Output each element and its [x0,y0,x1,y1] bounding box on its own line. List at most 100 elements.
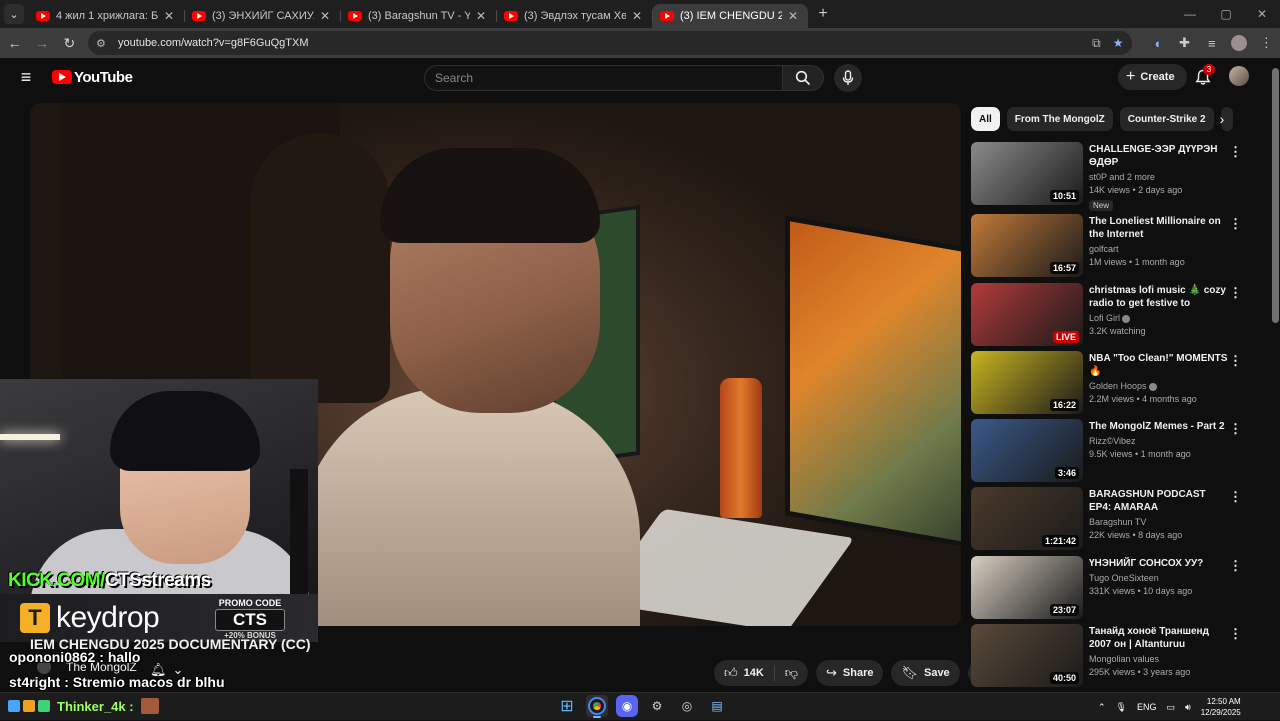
recommended-video[interactable]: 16:57 The Loneliest Millionaire on the In… [971,214,1261,278]
dislike-button[interactable]: 👎︎ [775,665,808,681]
more-vertical-icon[interactable]: ⋮ [1229,216,1242,232]
tab-close-icon[interactable]: ✕ [786,9,800,23]
video-title[interactable]: christmas lofi music 🎄 cozy radio to get… [1089,284,1229,310]
share-button[interactable]: ↪ Share [815,660,884,686]
profile-icon[interactable] [1225,31,1252,55]
video-channel[interactable]: Tugo OneSixteen [1089,573,1229,583]
video-thumbnail[interactable]: 16:57 [971,214,1083,277]
extension-icon[interactable]: ◖ [1144,31,1171,55]
create-button[interactable]: + Create [1118,64,1187,90]
video-title[interactable]: ҮНЭНИЙГ СОНСОХ УУ? [1089,557,1229,570]
voice-search-button[interactable] [834,64,862,92]
media-controls-icon[interactable]: ≡ [1198,31,1225,55]
site-info-icon[interactable]: ⚙ [96,37,110,50]
search-input[interactable] [424,65,782,91]
more-vertical-icon[interactable]: ⋮ [1229,144,1242,160]
scrollbar-thumb[interactable] [1272,68,1279,323]
video-channel[interactable]: Lofi Girl [1089,313,1229,323]
browser-tab[interactable]: (3) Baragshun TV - YouTube ✕ [340,4,496,28]
video-thumbnail[interactable]: 16:22 [971,351,1083,414]
browser-tab[interactable]: 4 жил 1 хрижлага: Би хэр их өө ✕ [28,4,184,28]
more-vertical-icon[interactable]: ⋮ [1229,489,1242,505]
notepad-taskbar-icon[interactable]: ▤ [706,695,728,717]
live-badge: LIVE [1052,331,1079,343]
save-button[interactable]: 🔖︎ Save [891,660,960,686]
search-button[interactable] [782,65,824,91]
more-vertical-icon[interactable]: ⋮ [1229,353,1242,369]
volume-icon[interactable]: 🔊︎ [1185,702,1191,713]
tab-close-icon[interactable]: ✕ [318,9,332,23]
chip-counter-strike[interactable]: Counter-Strike 2 [1119,107,1214,131]
tab-close-icon[interactable]: ✕ [162,9,176,23]
chevron-right-icon[interactable]: › [1210,107,1234,131]
bookmark-star-icon[interactable]: ★ [1113,36,1124,50]
video-channel[interactable]: golfcart [1089,244,1229,254]
language-indicator[interactable]: ENG [1137,702,1157,712]
forward-icon[interactable]: → [29,30,54,56]
recommended-video[interactable]: 16:22 NBA "Too Clean!" MOMENTS 🔥 Golden Ho… [971,351,1261,415]
video-thumbnail[interactable]: 23:07 [971,556,1083,619]
video-channel[interactable]: Golden Hoops [1089,381,1229,391]
windows-start-icon[interactable]: ⊞ [556,695,578,717]
tray-mic-icon[interactable]: 🎙︎ [1116,702,1127,713]
video-title[interactable]: Танайд хоноё Траншенд 2007 он | Altantur… [1089,625,1229,651]
recommended-video[interactable]: 1:21:42 BARAGSHUN PODCAST EP4: AMARAA Bara… [971,487,1261,551]
more-vertical-icon[interactable]: ⋮ [1229,626,1242,642]
video-channel[interactable]: Rizz©Vibez [1089,436,1229,446]
like-button[interactable]: 👍︎ 14K [714,665,775,681]
more-vertical-icon[interactable]: ⋮ [1229,285,1242,301]
recommended-video[interactable]: LIVE christmas lofi music 🎄 cozy radio to… [971,283,1261,347]
youtube-logo[interactable]: YouTube [52,69,133,86]
maximize-icon[interactable]: ▢ [1208,0,1244,28]
install-app-icon[interactable]: ⧉ [1092,36,1101,51]
minimize-icon[interactable]: — [1172,0,1208,28]
system-clock[interactable]: 12:50 AM 12/29/2025 [1201,696,1241,718]
video-thumbnail[interactable]: 10:51 [971,142,1083,205]
tab-search-button[interactable]: ⌄ [4,4,24,24]
back-icon[interactable]: ← [2,30,27,56]
browser-tab[interactable]: (3) IEM CHENGDU 2025 DOCUM ✕ [652,4,808,28]
close-window-icon[interactable]: ✕ [1244,0,1280,28]
page-scrollbar[interactable] [1271,58,1280,688]
chip-from-channel[interactable]: From The MongolZ [1006,107,1113,131]
new-tab-button[interactable]: + [812,3,834,25]
video-thumbnail[interactable]: 1:21:42 [971,487,1083,550]
tray-chevron-up-icon[interactable]: ⌃ [1098,702,1106,713]
url-text[interactable]: youtube.com/watch?v=g8F6GuQgTXM [118,37,1080,49]
recommended-video[interactable]: 23:07 ҮНЭНИЙГ СОНСОХ УУ? Tugo OneSixteen 33… [971,556,1261,620]
video-title[interactable]: BARAGSHUN PODCAST EP4: AMARAA [1089,488,1229,514]
browser-tab[interactable]: (3) ЭНХИЙГ САХИУЛАГЧИДТАЙ ✕ [184,4,340,28]
video-title[interactable]: CHALLENGE-ЭЭР ДҮҮРЭН ӨДӨР [1089,143,1229,169]
browser-menu-icon[interactable]: ⋮ [1253,31,1280,55]
guide-menu-icon[interactable]: ≡ [6,67,46,88]
discord-taskbar-icon[interactable]: ◉ [616,695,638,717]
tab-title: (3) Эвдлэх тусам Хөгжсөн зуйл [524,10,626,22]
video-title[interactable]: The Loneliest Millionaire on the Interne… [1089,215,1229,241]
video-title[interactable]: NBA "Too Clean!" MOMENTS 🔥 [1089,352,1229,378]
video-thumbnail[interactable]: 3:46 [971,419,1083,482]
video-thumbnail[interactable]: LIVE [971,283,1083,346]
tab-close-icon[interactable]: ✕ [630,9,644,23]
extensions-puzzle-icon[interactable]: ✚ [1171,31,1198,55]
recommended-video[interactable]: 10:51 CHALLENGE-ЭЭР ДҮҮРЭН ӨДӨР st0P and 2… [971,142,1261,211]
notifications-button[interactable]: 3 [1192,64,1215,88]
recommended-video[interactable]: 3:46 The MongolZ Memes - Part 2 Rizz©Vibez… [971,419,1261,483]
video-channel[interactable]: Mongolian values [1089,654,1229,664]
video-channel[interactable]: st0P and 2 more [1089,172,1229,182]
recommended-video[interactable]: 40:50 Танайд хоноё Траншенд 2007 он | Alt… [971,624,1261,688]
tab-close-icon[interactable]: ✕ [474,9,488,23]
more-vertical-icon[interactable]: ⋮ [1229,558,1242,574]
more-vertical-icon[interactable]: ⋮ [1229,421,1242,437]
network-icon[interactable]: ▭ [1167,702,1176,713]
address-bar[interactable]: ⚙ youtube.com/watch?v=g8F6GuQgTXM ⧉ ★ [88,31,1132,55]
reload-icon[interactable]: ↻ [57,30,82,56]
chrome-taskbar-icon[interactable] [586,695,608,718]
video-title[interactable]: The MongolZ Memes - Part 2 [1089,420,1229,433]
obs-taskbar-icon[interactable]: ◎ [676,695,698,717]
account-avatar[interactable] [1229,66,1249,86]
steam-taskbar-icon[interactable]: ⚙ [646,695,668,717]
video-thumbnail[interactable]: 40:50 [971,624,1083,687]
chip-all[interactable]: All [971,107,1000,131]
video-channel[interactable]: Baragshun TV [1089,517,1229,527]
browser-tab[interactable]: (3) Эвдлэх тусам Хөгжсөн зуйл ✕ [496,4,652,28]
